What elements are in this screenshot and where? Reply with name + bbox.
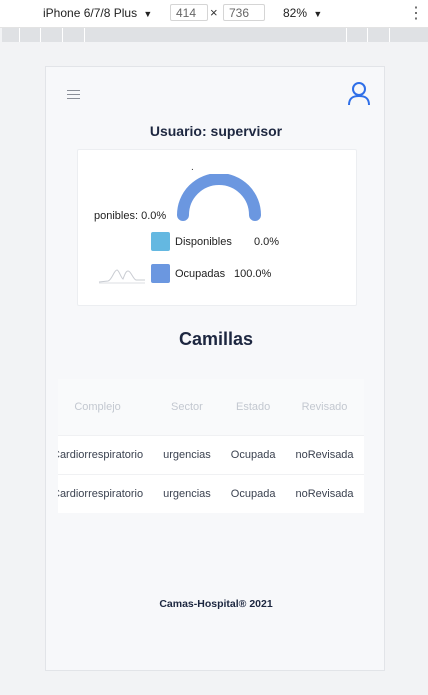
media-query-ruler[interactable] <box>2 28 428 42</box>
legend-value: 100.0% <box>234 268 272 280</box>
chart-slice-label: ponibles: 0.0% <box>94 210 167 222</box>
table-row[interactable]: Cardiorrespiratorio urgencias Ocupada no… <box>58 474 364 513</box>
zoom-value: 82% <box>283 6 308 20</box>
legend-value: 0.0% <box>254 236 280 248</box>
column-header-revisado[interactable]: Revisado <box>285 379 364 436</box>
beds-table: Complejo Sector Estado Revisado Cardiorr… <box>58 379 376 513</box>
cell-complejo: Cardiorrespiratorio <box>58 435 154 475</box>
legend-swatch <box>151 232 170 251</box>
height-input[interactable]: 736 <box>223 4 265 21</box>
footer-copyright: Camas-Hospital® 2021 <box>159 598 273 610</box>
chevron-down-icon: ▼ <box>313 9 323 19</box>
table-header-row: Complejo Sector Estado Revisado <box>58 379 364 436</box>
section-title: Camillas <box>178 329 254 349</box>
cell-estado: Ocupada <box>220 435 286 475</box>
chart-slice-ocupadas[interactable] <box>177 174 261 221</box>
user-title: Usuario: supervisor <box>149 123 283 139</box>
hamburger-menu-icon[interactable] <box>67 90 80 100</box>
zoom-select[interactable]: 82% ▼ <box>283 6 322 20</box>
cell-sector: urgencias <box>153 435 221 475</box>
more-options-icon[interactable]: ⋮ <box>408 3 424 23</box>
user-account-icon[interactable] <box>347 81 371 112</box>
times-icon: × <box>210 5 218 20</box>
device-select[interactable]: iPhone 6/7/8 Plus ▼ <box>43 6 152 20</box>
width-input[interactable]: 414 <box>170 4 208 21</box>
column-header-estado[interactable]: Estado <box>220 379 286 436</box>
legend-label: Disponibles <box>175 236 232 248</box>
chart-brush[interactable] <box>98 262 146 284</box>
device-toolbar: iPhone 6/7/8 Plus ▼ 414 × 736 82% ▼ ⋮ <box>0 0 428 28</box>
app-viewport: Usuario: supervisor . ponibles: 0.0% Dis… <box>45 66 385 671</box>
beds-chart-card: . ponibles: 0.0% Disponibles 0.0% Ocupad… <box>77 149 357 306</box>
cell-revisado: noRevisada <box>285 435 364 475</box>
legend-swatch <box>151 264 170 283</box>
table-row[interactable]: Cardiorrespiratorio urgencias Ocupada no… <box>58 435 364 475</box>
cell-sector: urgencias <box>153 474 221 513</box>
column-header-sector[interactable]: Sector <box>153 379 221 436</box>
chart-tooltip-dot: . <box>191 162 194 173</box>
occupancy-chart <box>177 174 261 221</box>
cell-complejo: Cardiorrespiratorio <box>58 474 154 513</box>
column-header-complejo[interactable]: Complejo <box>58 379 154 436</box>
cell-revisado: noRevisada <box>285 474 364 513</box>
device-name: iPhone 6/7/8 Plus <box>43 6 138 20</box>
legend-label: Ocupadas <box>175 268 226 280</box>
chevron-down-icon: ▼ <box>143 9 153 19</box>
cell-estado: Ocupada <box>220 474 286 513</box>
